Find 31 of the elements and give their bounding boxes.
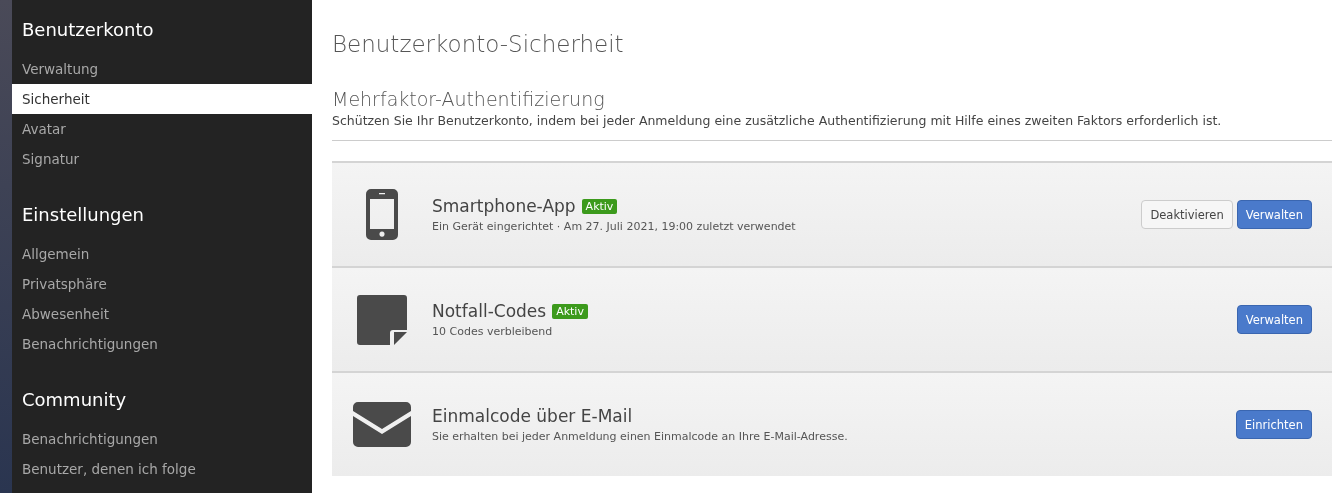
sidebar-item[interactable]: Benachrichtigungen: [12, 424, 312, 454]
status-badge: Aktiv: [552, 303, 588, 319]
method-detail: Ein Gerät eingerichtet · Am 27. Juli 2021, 19:00 zuletzt verwendet: [432, 220, 797, 233]
method-name: Notfall-Codes: [432, 301, 547, 321]
method-name: Einmalcode über E-Mail: [432, 406, 633, 426]
sidebar-heading: Benutzerkonto: [21, 18, 155, 42]
secondary-button[interactable]: Deaktivieren: [1141, 200, 1233, 229]
smartphone-icon: [366, 189, 398, 240]
method-detail: Sie erhalten bei jeder Anmeldung einen Einmalcode an Ihre E-Mail-Adresse.: [432, 430, 849, 443]
section-description: Schützen Sie Ihr Benutzerkonto, indem bei jeder Anmeldung eine zusätzliche Authentifizierung mit Hilfe eines zweiten Faktors erforderlich ist.: [332, 112, 1332, 141]
sidebar-item[interactable]: Allgemein: [12, 239, 312, 269]
sidebar-item[interactable]: Benutzer, denen ich folge: [12, 454, 312, 484]
sidebar-item[interactable]: Benachrichtigungen: [12, 329, 312, 359]
method-name: Smartphone-App: [432, 196, 576, 216]
method-detail: 10 Codes verbleibend: [432, 325, 554, 338]
sidebar-item[interactable]: Privatsphäre: [12, 269, 312, 299]
primary-button[interactable]: Einrichten: [1235, 410, 1312, 439]
page-title: Benutzerkonto-Sicherheit: [332, 30, 625, 59]
sidebar-heading: Community: [21, 388, 128, 412]
note-icon: [357, 294, 407, 345]
sidebar-item[interactable]: Verwaltung: [12, 54, 312, 84]
sidebar-item[interactable]: Abwesenheit: [12, 299, 312, 329]
envelope-icon: [353, 402, 411, 447]
primary-button[interactable]: Verwalten: [1236, 305, 1312, 334]
sidebar-item[interactable]: Avatar: [12, 114, 312, 144]
status-badge: Aktiv: [581, 198, 618, 214]
sidebar-item[interactable]: Sicherheit: [12, 84, 312, 114]
primary-button[interactable]: Verwalten: [1236, 200, 1312, 229]
sidebar-heading: Einstellungen: [21, 203, 146, 227]
sidebar-item[interactable]: Signatur: [12, 144, 312, 174]
section-title: Mehrfaktor-Authentifizierung: [332, 87, 606, 112]
